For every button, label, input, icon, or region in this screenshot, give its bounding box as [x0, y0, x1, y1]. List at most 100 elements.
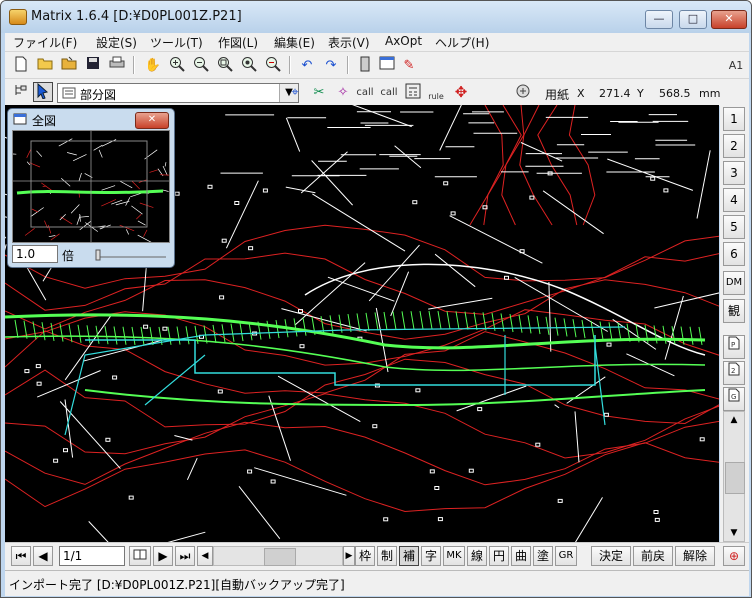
- call-button-1[interactable]: call: [355, 82, 375, 102]
- redo-icon[interactable]: ↷: [321, 55, 341, 75]
- layer-tree-icon[interactable]: [11, 82, 31, 102]
- maximize-button[interactable]: □: [679, 10, 707, 29]
- menu-view[interactable]: 表示(V): [328, 34, 370, 51]
- page-g-icon[interactable]: G: [723, 387, 745, 411]
- layer-button-4[interactable]: 4: [723, 188, 745, 212]
- scroll-up-icon[interactable]: ▲: [724, 412, 744, 428]
- menu-edit[interactable]: 編集(E): [274, 34, 315, 51]
- building: [248, 246, 254, 251]
- menu-settings[interactable]: 設定(S): [96, 34, 137, 51]
- layer-button-6[interactable]: 6: [723, 242, 745, 266]
- road-hatch: [14, 319, 19, 338]
- tool-text[interactable]: 字: [421, 546, 441, 566]
- zoom-previous-icon[interactable]: [263, 55, 283, 75]
- overview-zoom-slider[interactable]: [94, 247, 168, 261]
- layer-button-1[interactable]: 1: [723, 107, 745, 131]
- menu-tools[interactable]: ツール(T): [150, 34, 203, 51]
- open-file-icon[interactable]: [59, 55, 79, 75]
- tool-supplement[interactable]: 補: [399, 546, 419, 566]
- road-hatch: [473, 311, 478, 331]
- app-icon: [9, 9, 27, 25]
- hscroll-left-icon[interactable]: ◀: [197, 546, 213, 566]
- tool-mark[interactable]: MK: [443, 546, 465, 566]
- hscroll-right-icon[interactable]: ▶: [343, 546, 355, 566]
- zoom-out-icon[interactable]: [191, 55, 211, 75]
- layer-button-view[interactable]: 観: [723, 299, 745, 323]
- map-line: [696, 150, 711, 219]
- save-icon[interactable]: [83, 55, 103, 75]
- map-line: [186, 457, 198, 481]
- prev-page-icon[interactable]: ◀: [33, 546, 53, 566]
- book-icon[interactable]: [129, 546, 151, 566]
- tool-fill[interactable]: 塗: [533, 546, 553, 566]
- tool-frame[interactable]: 枠: [355, 546, 375, 566]
- zoom-all-icon[interactable]: [239, 55, 259, 75]
- step-back-button[interactable]: 前戻: [633, 546, 673, 566]
- hscroll-thumb[interactable]: [264, 548, 296, 566]
- vertical-scrollbar[interactable]: ▲ ▼: [723, 411, 745, 542]
- select-arrow-icon[interactable]: [33, 82, 53, 102]
- building: [174, 191, 180, 196]
- close-button[interactable]: ✕: [711, 10, 747, 29]
- layer-button-2[interactable]: 2: [723, 134, 745, 158]
- tool-control[interactable]: 制: [377, 546, 397, 566]
- crosshair-icon[interactable]: ⊕: [723, 546, 745, 566]
- rule-button[interactable]: rule: [425, 82, 447, 102]
- undo-icon[interactable]: ↶: [297, 55, 317, 75]
- overview-window[interactable]: 全図 ✕ 1.0 倍: [7, 108, 175, 268]
- zoom-window-icon[interactable]: [215, 55, 235, 75]
- layer-button-3[interactable]: 3: [723, 161, 745, 185]
- menu-help[interactable]: ヘルプ(H): [435, 34, 489, 51]
- menu-draw[interactable]: 作図(L): [218, 34, 258, 51]
- building: [234, 201, 240, 205]
- trim-icon[interactable]: ✂: [309, 82, 329, 102]
- building: [247, 469, 253, 474]
- page-number-field[interactable]: 1/1: [59, 546, 125, 566]
- confirm-button[interactable]: 決定: [591, 546, 631, 566]
- tool-line[interactable]: 線: [467, 546, 487, 566]
- print-icon[interactable]: [107, 55, 127, 75]
- menu-file[interactable]: ファイル(F): [13, 34, 77, 51]
- scroll-thumb[interactable]: [725, 462, 745, 494]
- horizontal-scrollbar[interactable]: [213, 546, 343, 566]
- road-hatch: [365, 312, 370, 331]
- scroll-down-icon[interactable]: ▼: [724, 525, 744, 541]
- building: [36, 381, 42, 386]
- minimize-button[interactable]: —: [645, 10, 673, 29]
- tool-circle[interactable]: 円: [489, 546, 509, 566]
- calculator-icon[interactable]: [403, 82, 423, 102]
- building: [603, 412, 609, 417]
- menu-axopt[interactable]: AxOpt: [385, 34, 422, 48]
- map-line: [554, 404, 560, 409]
- zoom-in-icon[interactable]: [167, 55, 187, 75]
- properties-icon[interactable]: [377, 55, 397, 75]
- page-p-icon[interactable]: P: [723, 335, 745, 359]
- building: [53, 458, 59, 463]
- pencil-icon[interactable]: ✎: [399, 55, 419, 75]
- last-page-icon[interactable]: ⏭: [175, 546, 195, 566]
- layer-button-5[interactable]: 5: [723, 215, 745, 239]
- paper-settings-icon[interactable]: [513, 82, 533, 102]
- road-hatch: [221, 324, 226, 343]
- overview-zoom-field[interactable]: 1.0: [12, 245, 58, 263]
- tool-group[interactable]: GR: [555, 546, 577, 566]
- overview-close-button[interactable]: ✕: [135, 112, 169, 129]
- move-icon[interactable]: ✥: [451, 82, 471, 102]
- page-2-icon[interactable]: 2: [723, 361, 745, 385]
- tool-curve[interactable]: 曲: [511, 546, 531, 566]
- pan-hand-icon[interactable]: ✋: [143, 55, 163, 75]
- first-page-icon[interactable]: ⏮: [11, 546, 31, 566]
- call-button-2[interactable]: call: [379, 82, 399, 102]
- view-select[interactable]: 部分図 ▼: [57, 83, 299, 103]
- sparkle-icon[interactable]: ✧: [333, 82, 353, 102]
- layer-panel-icon[interactable]: [355, 55, 375, 75]
- layer-button-dm[interactable]: DM: [723, 271, 745, 295]
- open-folder-icon[interactable]: [35, 55, 55, 75]
- road-hatch: [185, 326, 190, 345]
- overview-map[interactable]: [12, 130, 170, 243]
- release-button[interactable]: 解除: [675, 546, 715, 566]
- new-file-icon[interactable]: [11, 55, 31, 75]
- next-page-icon[interactable]: ▶: [153, 546, 173, 566]
- snap-icon[interactable]: ⌖: [285, 82, 305, 102]
- paper-size-button[interactable]: A1: [725, 55, 747, 75]
